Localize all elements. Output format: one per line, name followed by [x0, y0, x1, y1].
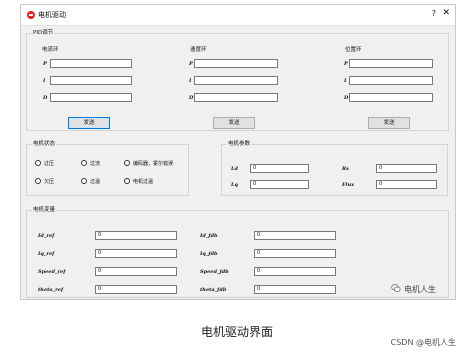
overcurrent-radio[interactable] — [81, 160, 87, 166]
speed-fdb-input[interactable]: 0 — [254, 267, 336, 276]
encoder-hall-error-radio[interactable] — [124, 160, 130, 166]
overvoltage-label: 过压 — [44, 161, 55, 167]
position-loop-title: 位置环 — [345, 47, 362, 53]
id-fdb-label: Id_fdb — [200, 233, 218, 239]
speed-i-label: I — [189, 78, 192, 84]
speed-i-input[interactable] — [194, 76, 278, 85]
iq-ref-label: Iq_ref — [38, 251, 55, 257]
speed-p-input[interactable] — [194, 59, 278, 68]
app-window: 电机驱动 ? ✕ PID调节 电流环 P I D 发送 速度环 P I D 发送… — [20, 4, 456, 300]
undervoltage-label: 欠压 — [44, 179, 55, 185]
params-group-label: 电机参数 — [227, 140, 252, 149]
lq-label: Lq — [231, 182, 239, 188]
position-send-button[interactable]: 发送 — [368, 117, 410, 129]
current-i-input[interactable] — [50, 76, 132, 85]
lq-input[interactable]: 0 — [250, 180, 309, 189]
position-d-label: D — [344, 95, 349, 101]
close-button[interactable]: ✕ — [442, 8, 450, 18]
app-icon — [27, 11, 35, 19]
ld-input[interactable]: 0 — [250, 164, 309, 173]
overtemp-radio[interactable] — [81, 178, 87, 184]
current-p-input[interactable] — [50, 59, 132, 68]
params-group: 电机参数 Ld 0 Rs 0 Lq 0 Flux 0 — [221, 140, 448, 196]
current-d-label: D — [43, 95, 48, 101]
position-d-input[interactable] — [349, 93, 433, 102]
status-group: 电机状态 过压 过流 编码器，霍尔错误 欠压 过温 电机过温 — [26, 140, 189, 196]
current-d-input[interactable] — [50, 93, 132, 102]
iq-fdb-label: Iq_fdb — [200, 251, 218, 257]
pid-group: PID调节 电流环 P I D 发送 速度环 P I D 发送 位置环 P I … — [26, 29, 449, 131]
current-i-label: I — [43, 78, 46, 84]
current-loop-title: 电流环 — [42, 47, 59, 53]
flux-label: Flux — [342, 182, 355, 188]
window-title: 电机驱动 — [38, 11, 66, 19]
speed-p-label: P — [189, 61, 193, 67]
motor-overtemp-radio[interactable] — [124, 178, 130, 184]
position-p-label: P — [344, 61, 348, 67]
speed-fdb-label: Speed_fdb — [200, 269, 229, 275]
vars-group-label: 电机变量 — [32, 206, 57, 215]
title-bar: 电机驱动 ? ✕ — [21, 5, 455, 26]
position-p-input[interactable] — [349, 59, 433, 68]
rs-input[interactable]: 0 — [376, 164, 437, 173]
rs-label: Rs — [342, 166, 349, 172]
encoder-hall-error-label: 编码器，霍尔错误 — [133, 161, 174, 167]
watermark-text: 电机人生 — [404, 285, 436, 294]
csdn-credit: CSDN @电机人生 — [390, 338, 456, 347]
theta-ref-input[interactable]: 0 — [95, 285, 177, 294]
overvoltage-radio[interactable] — [35, 160, 41, 166]
position-i-label: I — [344, 78, 347, 84]
overcurrent-label: 过流 — [90, 161, 101, 167]
undervoltage-radio[interactable] — [35, 178, 41, 184]
status-group-label: 电机状态 — [32, 140, 57, 149]
help-button[interactable]: ? — [432, 9, 436, 18]
pid-group-label: PID调节 — [32, 29, 55, 38]
speed-loop-title: 速度环 — [190, 47, 207, 53]
iq-fdb-input[interactable]: 0 — [254, 249, 336, 258]
theta-ref-label: theta_ref — [38, 287, 64, 293]
motor-overtemp-label: 电机过温 — [133, 179, 154, 185]
position-i-input[interactable] — [349, 76, 433, 85]
speed-d-input[interactable] — [194, 93, 278, 102]
id-ref-input[interactable]: 0 — [95, 231, 177, 240]
flux-input[interactable]: 0 — [376, 180, 437, 189]
speed-ref-input[interactable]: 0 — [95, 267, 177, 276]
speed-ref-label: Speed_ref — [38, 269, 66, 275]
overtemp-label: 过温 — [90, 179, 101, 185]
current-p-label: P — [43, 61, 47, 67]
speed-d-label: D — [189, 95, 194, 101]
speed-send-button[interactable]: 发送 — [213, 117, 255, 129]
id-fdb-input[interactable]: 0 — [254, 231, 336, 240]
vars-group: 电机变量 Id_ref 0 Id_fdb 0 Iq_ref 0 Iq_fdb 0… — [26, 206, 449, 298]
id-ref-label: Id_ref — [38, 233, 55, 239]
current-send-button[interactable]: 发送 — [68, 117, 110, 129]
ld-label: Ld — [231, 166, 239, 172]
iq-ref-input[interactable]: 0 — [95, 249, 177, 258]
wechat-icon — [391, 284, 401, 292]
theta-fdb-input[interactable]: 0 — [254, 285, 336, 294]
theta-fdb-label: theta_fdb — [200, 287, 227, 293]
